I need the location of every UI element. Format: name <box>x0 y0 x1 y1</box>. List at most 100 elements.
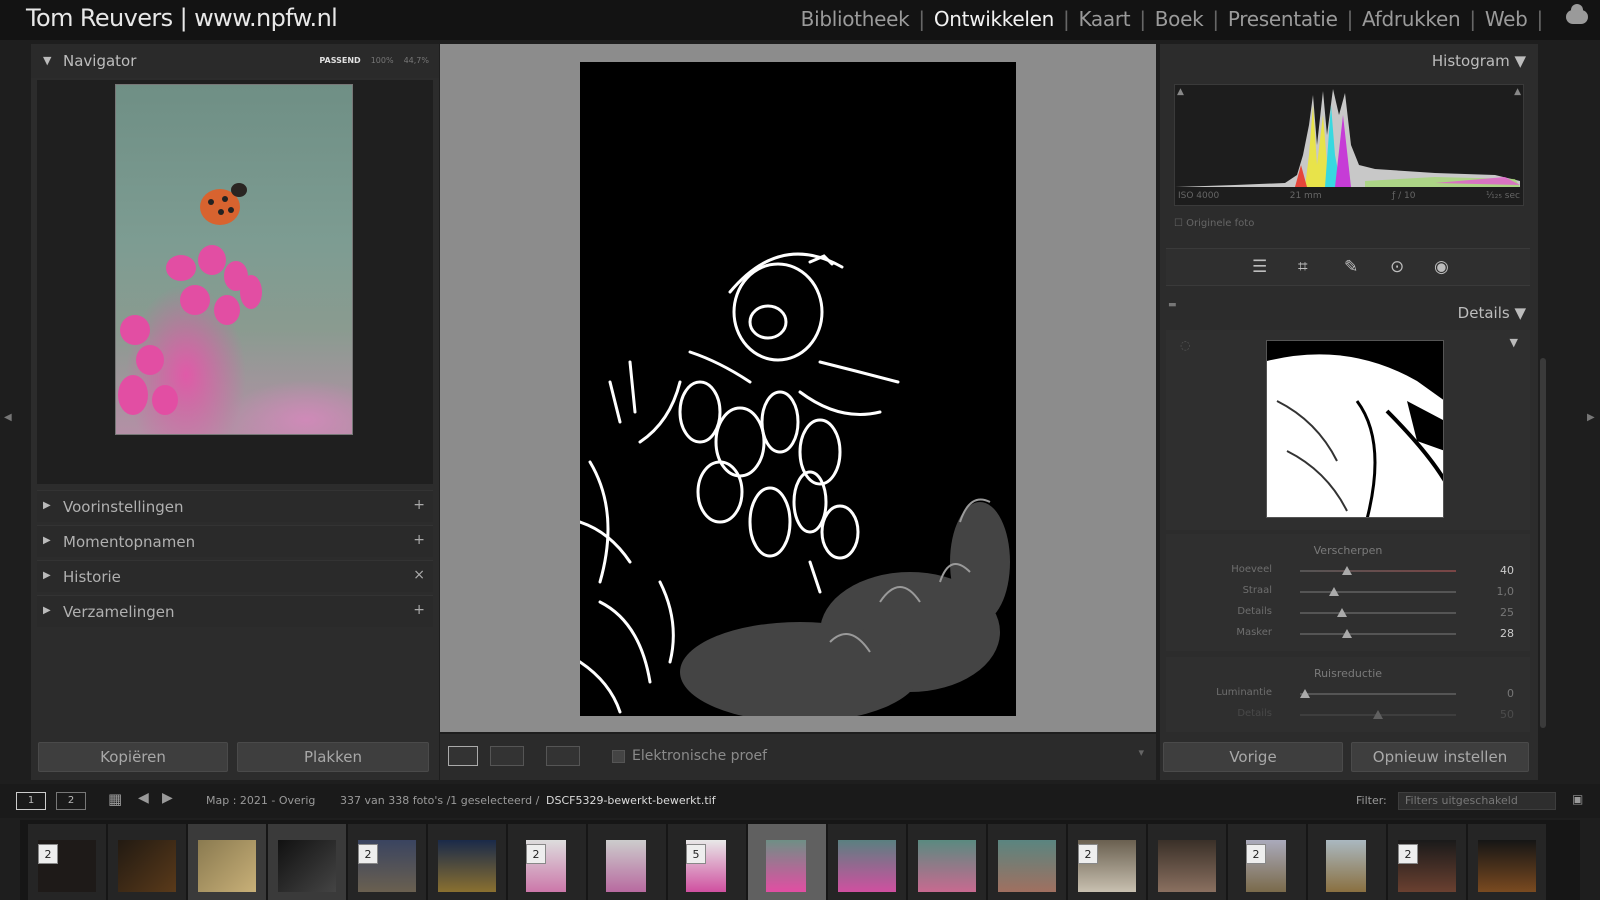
film-cell[interactable] <box>428 824 506 900</box>
slider-value[interactable]: 25 <box>1500 606 1514 619</box>
red-eye-icon[interactable]: ⊙ <box>1390 257 1404 277</box>
window-2-button[interactable]: 2 <box>56 792 86 810</box>
reset-button[interactable]: Opnieuw instellen <box>1351 742 1529 772</box>
thumbnail[interactable] <box>198 840 256 892</box>
copy-settings-button[interactable]: Kopiëren <box>38 742 228 772</box>
shadow-clipping-icon[interactable]: ▲ <box>1177 87 1184 97</box>
thumbnail[interactable] <box>766 840 806 892</box>
film-cell[interactable]: 2 <box>1388 824 1466 900</box>
film-cell-selected[interactable] <box>748 824 826 900</box>
previous-settings-button[interactable]: Vorige <box>1163 742 1343 772</box>
film-cell[interactable] <box>268 824 346 900</box>
slider-track[interactable] <box>1300 693 1456 695</box>
navigator-header[interactable]: ▼ Navigator PASSEND 100% 44,7% <box>31 44 439 78</box>
edit-sliders-icon[interactable]: ☰ <box>1252 257 1267 277</box>
before-after-view-icon[interactable] <box>490 746 524 766</box>
zoom-fit[interactable]: PASSEND <box>319 56 360 65</box>
film-cell[interactable] <box>108 824 186 900</box>
module-slideshow[interactable]: Presentatie <box>1228 7 1338 31</box>
film-cell[interactable] <box>1308 824 1386 900</box>
module-print[interactable]: Afdrukken <box>1362 7 1461 31</box>
panel-presets[interactable]: ▶ Voorinstellingen + <box>37 490 433 522</box>
film-cell[interactable]: 2 <box>28 824 106 900</box>
slider-value[interactable]: 1,0 <box>1497 585 1515 598</box>
film-cell[interactable]: 2 <box>348 824 426 900</box>
slider-value[interactable]: 0 <box>1507 687 1514 700</box>
soft-proof-checkbox[interactable] <box>612 750 625 763</box>
paste-settings-button[interactable]: Plakken <box>237 742 429 772</box>
slider-track[interactable] <box>1300 633 1456 635</box>
add-preset-button[interactable]: + <box>413 497 425 513</box>
stack-badge[interactable]: 2 <box>526 844 546 864</box>
crop-icon[interactable]: ⌗ <box>1298 257 1308 277</box>
slider-value[interactable]: 28 <box>1500 627 1514 640</box>
histogram[interactable]: ▲ ▲ <box>1174 84 1524 206</box>
slider-track[interactable] <box>1300 591 1456 593</box>
target-picker-icon[interactable]: ◌ <box>1180 338 1190 352</box>
navigator-photo[interactable] <box>115 84 353 435</box>
toolbar-menu-chevron-icon[interactable]: ▾ <box>1138 746 1144 759</box>
grid-view-icon[interactable]: ▦ <box>108 790 122 808</box>
film-cell[interactable] <box>828 824 906 900</box>
collapse-triangle-icon[interactable]: ▼ <box>43 54 51 67</box>
slider-knob[interactable] <box>1299 689 1310 698</box>
film-cell[interactable]: 2 <box>508 824 586 900</box>
clear-history-button[interactable]: × <box>413 567 425 583</box>
detail-zoom-preview[interactable]: ◌ ▼ <box>1166 330 1530 530</box>
stack-badge[interactable]: 2 <box>1246 844 1266 864</box>
slider-radius[interactable]: Straal 1,0 <box>1166 582 1530 603</box>
slider-amount[interactable]: Hoeveel 40 <box>1166 561 1530 582</box>
preview-collapse-icon[interactable]: ▼ <box>1510 336 1518 349</box>
module-map[interactable]: Kaart <box>1078 7 1130 31</box>
module-library[interactable]: Bibliotheek <box>801 7 910 31</box>
window-1-button[interactable]: 1 <box>16 792 46 810</box>
original-photo-toggle[interactable]: ☐ Originele foto <box>1174 218 1254 229</box>
panel-collections[interactable]: ▶ Verzamelingen + <box>37 595 433 627</box>
filter-lock-icon[interactable]: ▣ <box>1572 792 1583 806</box>
thumbnail[interactable] <box>438 840 496 892</box>
slider-track[interactable] <box>1300 612 1456 614</box>
thumbnail[interactable] <box>918 840 976 892</box>
details-header[interactable]: ▬ Details ▼ <box>1160 300 1538 326</box>
slider-masking[interactable]: Masker 28 <box>1166 624 1530 645</box>
cloud-icon[interactable] <box>1566 4 1588 24</box>
film-cell[interactable]: 2 <box>1068 824 1146 900</box>
slider-noise-detail[interactable]: Details 50 <box>1166 705 1530 726</box>
left-panel-toggle-icon[interactable]: ◀ <box>4 412 12 423</box>
module-develop[interactable]: Ontwikkelen <box>934 7 1054 31</box>
navigator-preview[interactable] <box>37 80 433 484</box>
module-book[interactable]: Boek <box>1155 7 1204 31</box>
thumbnail[interactable] <box>606 840 646 892</box>
detail-preview-image[interactable] <box>1266 340 1444 518</box>
film-cell[interactable]: 2 <box>1228 824 1306 900</box>
source-label[interactable]: Map : 2021 - Overig <box>206 794 315 807</box>
film-cell[interactable] <box>1468 824 1546 900</box>
add-snapshot-button[interactable]: + <box>413 532 425 548</box>
thumbnail[interactable] <box>998 840 1056 892</box>
loupe-view-icon[interactable] <box>448 746 478 766</box>
filter-select[interactable]: Filters uitgeschakeld <box>1398 792 1556 810</box>
thumbnail[interactable] <box>1326 840 1366 892</box>
zoom-447[interactable]: 44,7% <box>404 56 429 65</box>
stack-badge[interactable]: 2 <box>1398 844 1418 864</box>
slider-knob[interactable] <box>1341 629 1352 638</box>
thumbnail[interactable] <box>1158 840 1216 892</box>
panel-history[interactable]: ▶ Historie × <box>37 560 433 592</box>
slider-knob[interactable] <box>1341 566 1352 575</box>
slider-detail[interactable]: Details 25 <box>1166 603 1530 624</box>
panel-snapshots[interactable]: ▶ Momentopnamen + <box>37 525 433 557</box>
thumbnail[interactable] <box>278 840 336 892</box>
zoom-100[interactable]: 100% <box>371 56 394 65</box>
stack-badge[interactable]: 2 <box>1078 844 1098 864</box>
film-cell[interactable] <box>588 824 666 900</box>
histogram-title[interactable]: Histogram ▼ <box>1432 52 1526 70</box>
module-web[interactable]: Web <box>1485 7 1528 31</box>
film-cell[interactable] <box>188 824 266 900</box>
stack-badge[interactable]: 2 <box>358 844 378 864</box>
film-cell[interactable]: 5 <box>668 824 746 900</box>
thumbnail[interactable] <box>838 840 896 892</box>
slider-knob[interactable] <box>1373 710 1383 719</box>
slider-knob[interactable] <box>1337 608 1348 617</box>
slider-track[interactable] <box>1300 570 1456 572</box>
before-after-swap-icon[interactable] <box>546 746 580 766</box>
